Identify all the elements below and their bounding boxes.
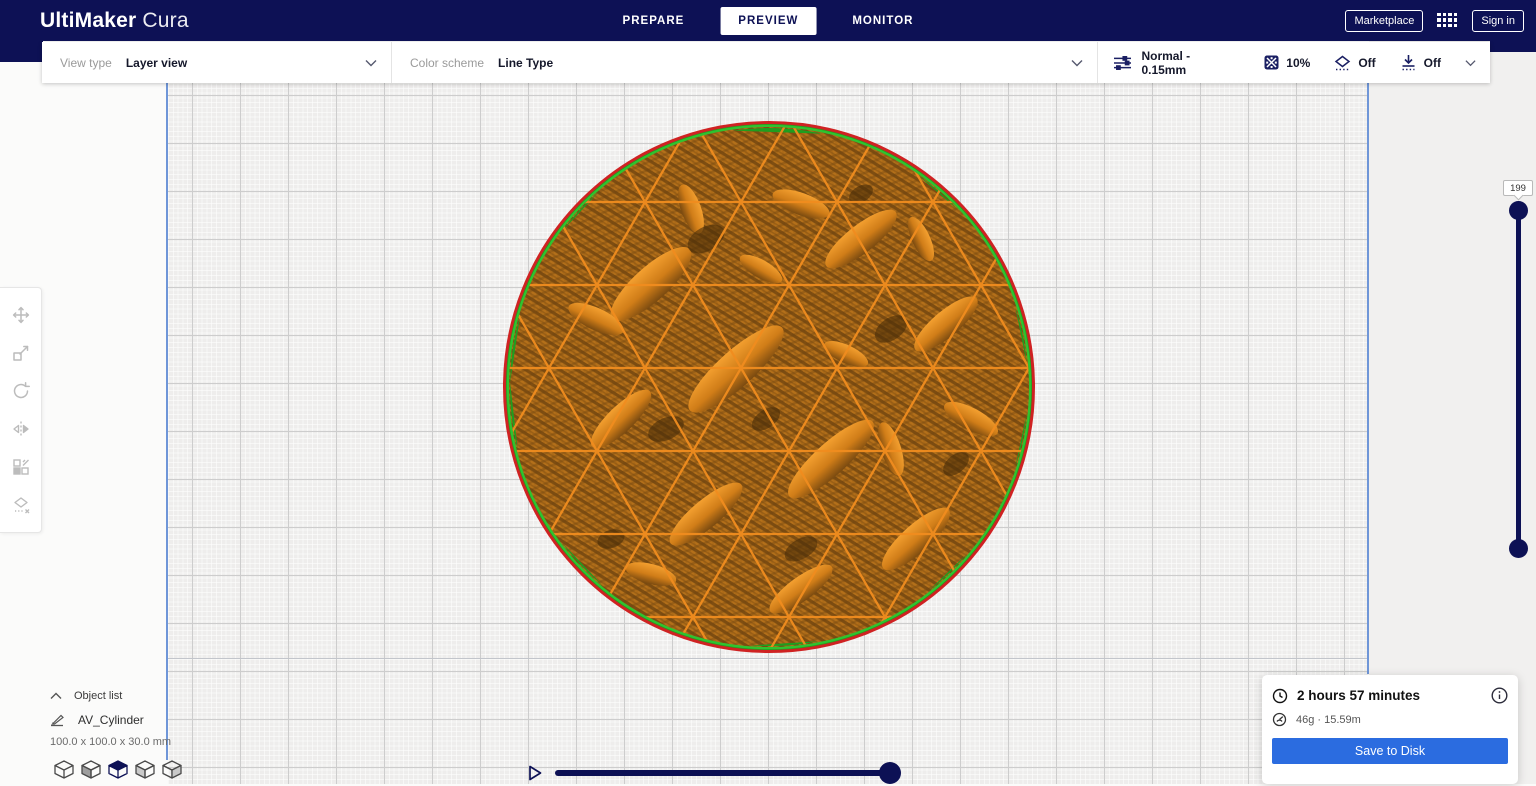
material-usage: 46g · 15.59m xyxy=(1296,714,1361,726)
rotate-tool-icon[interactable] xyxy=(8,378,34,404)
print-time: 2 hours 57 minutes xyxy=(1297,688,1420,703)
simulation-slider-track[interactable] xyxy=(555,770,893,776)
sliced-object-icon xyxy=(50,713,66,727)
chevron-down-icon xyxy=(365,59,377,67)
infill-setting: 10% xyxy=(1264,55,1310,70)
header-extension-right xyxy=(1490,41,1536,52)
play-icon[interactable] xyxy=(525,763,545,783)
view-type-label: View type xyxy=(60,56,112,70)
brand-light: Cura xyxy=(142,9,188,32)
tab-prepare[interactable]: PREPARE xyxy=(605,7,703,35)
support-icon xyxy=(1334,55,1351,71)
support-value: Off xyxy=(1358,56,1375,70)
marketplace-button[interactable]: Marketplace xyxy=(1345,10,1423,32)
color-scheme-dropdown[interactable]: Color scheme Line Type xyxy=(391,42,1097,83)
support-blocker-icon[interactable] xyxy=(8,492,34,518)
object-list-panel: Object list AV_Cylinder 100.0 x 100.0 x … xyxy=(50,690,240,748)
header-extension-left xyxy=(0,41,43,62)
app-logo: UltiMaker Cura xyxy=(40,9,189,33)
applications-grid-icon[interactable] xyxy=(1437,13,1458,29)
print-profile-value: Normal - 0.15mm xyxy=(1141,49,1230,77)
view-left-icon[interactable] xyxy=(133,758,156,781)
material-gauge-icon xyxy=(1272,712,1287,727)
object-dimensions: 100.0 x 100.0 x 30.0 mm xyxy=(50,736,240,748)
adhesion-value: Off xyxy=(1424,56,1441,70)
clock-icon xyxy=(1272,688,1288,704)
preview-toolbar: View type Layer view Color scheme Line T… xyxy=(42,42,1490,83)
view-top-icon[interactable] xyxy=(106,758,129,781)
mirror-tool-icon[interactable] xyxy=(8,416,34,442)
tab-preview[interactable]: PREVIEW xyxy=(720,7,816,35)
build-plate-right-edge xyxy=(1367,82,1369,674)
print-settings-sliders-icon xyxy=(1114,55,1131,71)
simulation-bar xyxy=(525,760,925,786)
chevron-down-icon xyxy=(1071,59,1083,67)
object-list-toggle[interactable]: Object list xyxy=(50,690,240,702)
chevron-down-icon xyxy=(1465,59,1476,67)
color-scheme-label: Color scheme xyxy=(410,56,484,70)
save-to-disk-button[interactable]: Save to Disk xyxy=(1272,738,1508,764)
object-name: AV_Cylinder xyxy=(78,713,144,727)
layer-slider-track[interactable] xyxy=(1516,210,1521,548)
layer-number-badge: 199 xyxy=(1503,180,1533,196)
tab-monitor[interactable]: MONITOR xyxy=(834,7,931,35)
adhesion-setting: Off xyxy=(1400,55,1441,71)
view-3d-icon[interactable] xyxy=(52,758,75,781)
print-summary-panel: 2 hours 57 minutes 46g · 15.59m Save to … xyxy=(1262,675,1518,784)
color-scheme-value: Line Type xyxy=(498,56,553,70)
sliced-model[interactable] xyxy=(501,119,1037,655)
view-type-dropdown[interactable]: View type Layer view xyxy=(42,42,391,83)
move-tool-icon[interactable] xyxy=(8,302,34,328)
view-right-icon[interactable] xyxy=(160,758,183,781)
sign-in-button[interactable]: Sign in xyxy=(1472,10,1524,32)
per-model-settings-icon[interactable] xyxy=(8,454,34,480)
tool-sidebar xyxy=(0,287,42,533)
infill-value: 10% xyxy=(1286,56,1310,70)
layer-slider-upper-handle[interactable] xyxy=(1509,201,1528,220)
object-list-item[interactable]: AV_Cylinder xyxy=(50,713,240,727)
layer-range-slider: 199 xyxy=(1500,180,1536,570)
simulation-slider-handle[interactable] xyxy=(879,762,901,784)
build-plate-front-edge xyxy=(168,658,1367,659)
print-settings-panel[interactable]: Normal - 0.15mm 10% Off xyxy=(1097,42,1490,83)
support-setting: Off xyxy=(1334,55,1375,71)
info-icon[interactable] xyxy=(1491,687,1508,704)
adhesion-icon xyxy=(1400,55,1417,71)
object-list-title: Object list xyxy=(74,690,122,702)
infill-icon xyxy=(1264,55,1279,70)
chevron-up-icon xyxy=(50,692,62,700)
top-bar: UltiMaker Cura PREPARE PREVIEW MONITOR M… xyxy=(0,0,1536,41)
view-type-value: Layer view xyxy=(126,56,187,70)
scale-tool-icon[interactable] xyxy=(8,340,34,366)
brand-bold: UltiMaker xyxy=(40,9,136,32)
camera-view-presets xyxy=(52,758,183,781)
view-front-icon[interactable] xyxy=(79,758,102,781)
layer-slider-lower-handle[interactable] xyxy=(1509,539,1528,558)
stage-menu: PREPARE PREVIEW MONITOR xyxy=(605,0,932,41)
